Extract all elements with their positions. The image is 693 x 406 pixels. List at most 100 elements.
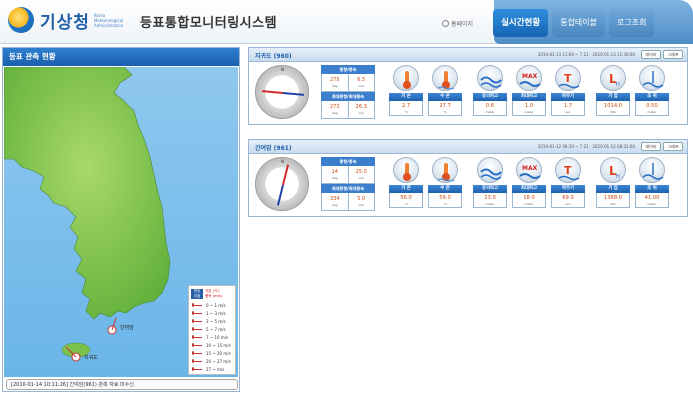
gauge-label: 유의파고 [473, 93, 507, 101]
thermometer-icon [393, 65, 419, 91]
korea-landmass [4, 67, 171, 320]
gauge-value: 1.0 meter [512, 101, 546, 116]
wind-direction: 14 deg [322, 166, 349, 183]
gauge-label: 기 압 [596, 93, 630, 101]
kma-logo-icon [8, 7, 34, 33]
legend-badge: 번호 지점 [191, 289, 203, 299]
gauge-unit: meter [647, 110, 657, 114]
gauge-water-temp: 수 온 27.7 °C [426, 65, 464, 121]
legend-header: 번호 지점 기온 (℃) 풍속 (m/s) [189, 286, 235, 301]
tab-table[interactable]: 통합테이블 [552, 9, 606, 37]
gauge-label: 조 위 [635, 93, 669, 101]
station-header: 간여암 (961) 2010-01-12 08:30 ~ 7 21 · 2010… [249, 140, 687, 154]
gauge-tide: 조 위 0.50 meter [633, 65, 671, 121]
legend-row-label: 1 ~ 3 m/s [206, 310, 226, 316]
max-wind-speed: 5.0 m/s [349, 193, 375, 210]
legend-row-label: 27 ~ m/s [206, 366, 225, 372]
logo[interactable]: 기상청 Korea Meteorological Administration [8, 7, 123, 33]
wind-spd-unit: m/s [358, 84, 365, 88]
gauge-tide: 조 위 41.00 meter [633, 157, 671, 213]
gauge-label: 수 온 [428, 93, 462, 101]
station-panel-jigwido: 지귀도 (960) 2010-01-13 11:00 ~ 7 21 · 2010… [248, 47, 688, 125]
wind-flag-icon [192, 335, 206, 339]
legend-value-top: 기온 (℃) [205, 289, 220, 293]
gauge-value: 69.0 sec [551, 193, 585, 208]
wind-flag-icon [192, 311, 206, 315]
gauge-value: 0.6 meter [473, 101, 507, 116]
graph-button[interactable]: 그래프 [663, 142, 683, 151]
gauge-label: 파주기 [551, 93, 585, 101]
gauge-unit: sec [565, 202, 571, 206]
wind-dir-unit: deg [331, 84, 338, 88]
legend-row: 3 ~ 5 m/s [189, 317, 235, 325]
legend-row: 20 ~ 27 m/s [189, 357, 235, 365]
wind-title: 풍향/풍속 [321, 65, 375, 74]
tide-icon [639, 157, 665, 183]
max-wind-speed: 26.3 m/s [349, 101, 375, 118]
gauge-value: 1014.0 hPa [596, 101, 630, 116]
wind-row: 14 deg 25.0 m/s [321, 166, 375, 184]
wave-icon [477, 65, 503, 91]
gauge-sig-wave: 유의파고 23.0 meter [471, 157, 509, 213]
compass-tail-icon [282, 92, 305, 96]
gauge-air-temp: 기 온 2.7 °C [387, 65, 425, 121]
max-dir-unit: deg [331, 203, 338, 207]
station-time: 2010-01-12 08:30 ~ 7 21 · 2010-01-12 08:… [537, 144, 635, 149]
station-time: 2010-01-13 11:00 ~ 7 21 · 2010-01-13 11:… [537, 52, 635, 57]
wind-speed: 25.0 m/s [349, 166, 375, 183]
legend-row-label: 0 ~ 1 m/s [206, 302, 226, 308]
svg-text:T: T [564, 164, 572, 177]
wind-row: 275 deg 6.5 m/s [321, 74, 375, 92]
gauge-group: 기 온 2.7 °C 수 온 27.7 °C 유의파고 0.6 meter MAX 최대파고 1… [387, 65, 672, 121]
gauge-unit: meter [524, 202, 534, 206]
gauge-unit: meter [485, 202, 495, 206]
data-button[interactable]: 데이터 [641, 50, 661, 59]
home-link[interactable]: 홈페이지 [442, 19, 473, 28]
legend-row-label: 5 ~ 7 m/s [206, 326, 226, 332]
graph-button[interactable]: 그래프 [663, 50, 683, 59]
marker-label-jigwido: 지귀도 [84, 355, 98, 361]
marker-label-ganyeoam: 간여암 [120, 325, 134, 331]
svg-text:H: H [616, 82, 620, 88]
wind-title: 풍향/풍속 [321, 157, 375, 166]
max-dir-unit: deg [331, 111, 338, 115]
gauge-value: 27.7 °C [428, 101, 462, 116]
tide-icon [639, 65, 665, 91]
gauge-unit: °C [443, 202, 447, 206]
gauge-label: 기 온 [389, 185, 423, 193]
legend-row-label: 15 ~ 20 m/s [206, 350, 231, 356]
wind-flag-icon [192, 327, 206, 331]
pressure-icon: LH [600, 157, 626, 183]
app-window: 기상청 Korea Meteorological Administration … [0, 0, 693, 406]
wind-flag-icon [192, 351, 206, 355]
data-button[interactable]: 데이터 [641, 142, 661, 151]
svg-text:H: H [616, 174, 620, 180]
compass-north-label: N [281, 67, 284, 72]
gauge-value: 0.50 meter [635, 101, 669, 116]
header: 기상청 Korea Meteorological Administration … [0, 0, 693, 44]
svg-text:T: T [564, 72, 572, 85]
wind-box: 풍향/풍속 275 deg 6.5 m/s 최대풍향/최대풍속 273 deg 26.… [321, 65, 375, 121]
period-icon: T [555, 157, 581, 183]
max-spd-unit: m/s [358, 111, 365, 115]
gauge-label: 기 온 [389, 93, 423, 101]
max-wind-row: 273 deg 26.3 m/s [321, 101, 375, 119]
wind-speed: 6.5 m/s [349, 74, 375, 91]
tab-log[interactable]: 로그조회 [609, 9, 655, 37]
max-wind-row: 334 deg 5.0 m/s [321, 193, 375, 211]
gauge-pressure: LH 기 압 1368.0 hPa [594, 157, 632, 213]
gauge-label: 기 압 [596, 185, 630, 193]
tab-realtime[interactable]: 실시간현황 [493, 9, 549, 37]
legend-values: 기온 (℃) 풍속 (m/s) [205, 289, 222, 299]
home-label: 홈페이지 [451, 20, 474, 28]
wind-dir-unit: deg [331, 176, 338, 180]
wind-spd-unit: m/s [358, 176, 365, 180]
gauge-wave-period: T 파주기 69.0 sec [549, 157, 587, 213]
legend-badge-bottom: 지점 [193, 294, 201, 298]
gauge-sig-wave: 유의파고 0.6 meter [471, 65, 509, 121]
gauge-unit: hPa [610, 202, 616, 206]
legend-row-label: 3 ~ 5 m/s [206, 318, 226, 324]
gauge-value: 23.0 meter [473, 193, 507, 208]
compass-needle-icon [282, 164, 290, 186]
gauge-label: 최대파고 [512, 185, 546, 193]
